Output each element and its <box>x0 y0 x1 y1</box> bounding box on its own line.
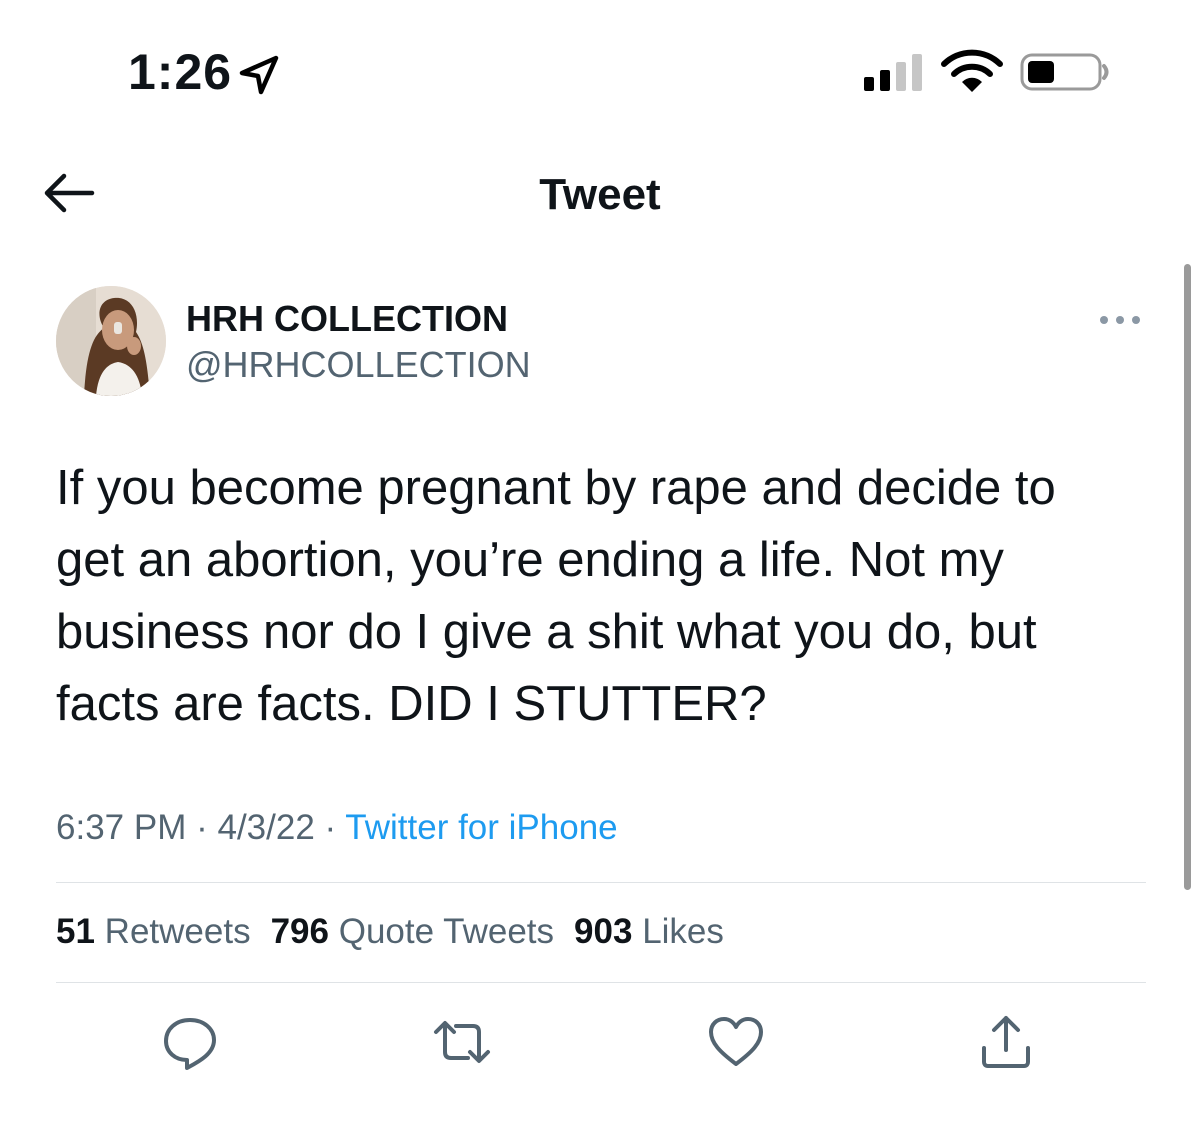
retweets-count: 51 <box>56 912 95 951</box>
retweets-stat[interactable]: 51 Retweets <box>56 912 251 951</box>
tweet-meta: 6:37 PM · 4/3/22 · Twitter for iPhone <box>56 806 618 850</box>
like-icon[interactable] <box>706 1012 766 1072</box>
tweet-source-link[interactable]: Twitter for iPhone <box>345 808 617 847</box>
status-time: 1:26 <box>128 44 233 100</box>
tweet-text-line: facts are facts. DID I STUTTER? <box>56 677 767 731</box>
meta-separator: · <box>196 808 208 847</box>
tweet-date: 4/3/22 <box>217 808 315 847</box>
quote-tweets-count: 796 <box>270 912 329 951</box>
tweet-stats: 51 Retweets 796 Quote Tweets 903 Likes <box>56 910 724 954</box>
tweet-text-line: If you become pregnant by rape and decid… <box>56 461 1056 515</box>
avatar-image <box>56 286 166 396</box>
likes-label: Likes <box>642 912 724 951</box>
tweet-text-line: business nor do I give a shit what you d… <box>56 605 1037 659</box>
avatar[interactable] <box>56 286 166 396</box>
page-title: Tweet <box>539 170 661 219</box>
tweet-text-line: get an abortion, you’re ending a life. N… <box>56 533 1004 587</box>
author-handle[interactable]: @HRHCOLLECTION <box>186 344 531 386</box>
reply-icon[interactable] <box>160 1012 220 1072</box>
retweets-label: Retweets <box>104 912 251 951</box>
quote-tweets-label: Quote Tweets <box>338 912 555 951</box>
location-arrow-icon <box>239 55 279 95</box>
more-options-icon[interactable] <box>1094 310 1146 330</box>
quote-tweets-stat[interactable]: 796 Quote Tweets <box>271 912 554 951</box>
scrollbar[interactable] <box>1184 264 1191 890</box>
divider <box>56 882 1146 883</box>
retweet-icon[interactable] <box>432 1012 492 1072</box>
share-icon[interactable] <box>976 1012 1036 1072</box>
meta-separator: · <box>324 808 337 847</box>
divider <box>56 982 1146 983</box>
tweet-text: If you become pregnant by rape and decid… <box>56 452 1166 740</box>
author-name[interactable]: HRH COLLECTION <box>186 298 508 340</box>
tweet-time: 6:37 PM <box>56 808 187 847</box>
wifi-icon <box>941 49 1003 92</box>
battery-icon <box>1020 53 1109 91</box>
likes-count: 903 <box>574 912 633 951</box>
cellular-signal-icon <box>864 54 922 91</box>
likes-stat[interactable]: 903 Likes <box>574 912 724 951</box>
